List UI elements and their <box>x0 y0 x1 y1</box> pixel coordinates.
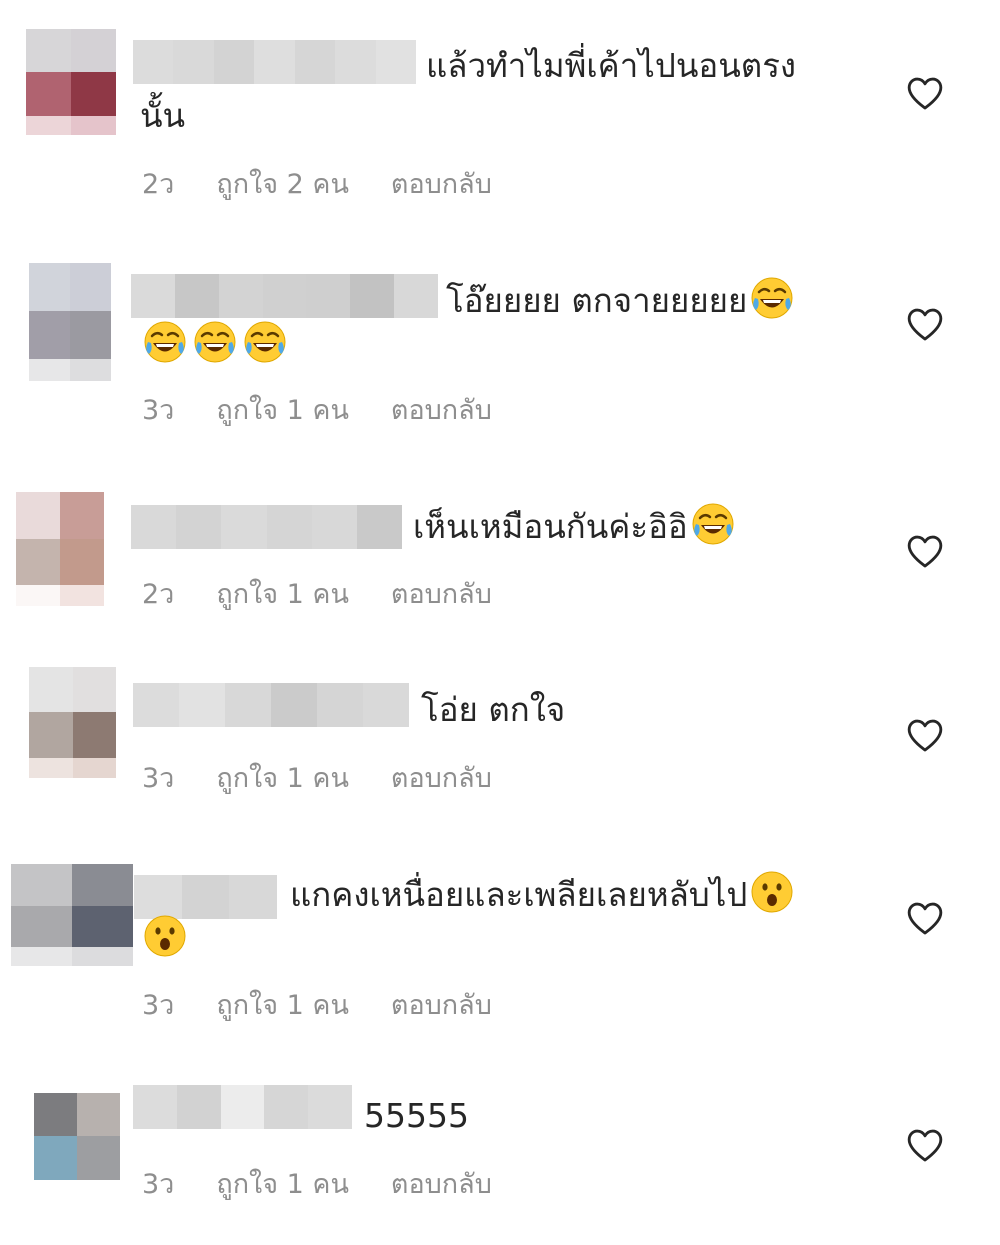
comment-text: 55555 <box>364 1092 824 1140</box>
reply-button[interactable]: ตอบกลับ <box>391 1169 492 1200</box>
comment-text: เห็นเหมือนกันค่ะอิอิ <box>413 502 873 551</box>
comment-meta: 3ว ถูกใจ 1 คน ตอบกลับ <box>142 983 492 1026</box>
face-with-tears-of-joy-icon <box>692 503 734 545</box>
comment-text-continued <box>140 914 840 963</box>
heart-icon[interactable] <box>906 717 944 753</box>
avatar[interactable] <box>11 864 133 966</box>
comment-meta: 3ว ถูกใจ 1 คน ตอบกลับ <box>142 1162 492 1205</box>
username-blurred[interactable] <box>131 274 439 318</box>
likes-count-link[interactable]: ถูกใจ 1 คน <box>216 990 349 1021</box>
comment-text-line: โอ่ย ตกใจ <box>421 690 566 729</box>
heart-icon[interactable] <box>906 900 944 936</box>
avatar[interactable] <box>26 29 116 135</box>
comment-age: 3ว <box>142 990 175 1021</box>
comment-text-continued: นั้น <box>140 92 840 140</box>
heart-icon[interactable] <box>906 306 944 342</box>
comment-age: 3ว <box>142 1169 175 1200</box>
comment-text-line: เห็นเหมือนกันค่ะอิอิ <box>413 507 688 546</box>
reply-button[interactable]: ตอบกลับ <box>391 990 492 1021</box>
comment-text-line: แล้วทำไมพี่เค้าไปนอนตรง <box>426 46 797 85</box>
comment-age: 2ว <box>142 579 175 610</box>
face-with-tears-of-joy-icon <box>144 321 186 363</box>
heart-icon[interactable] <box>906 1127 944 1163</box>
username-blurred[interactable] <box>131 505 403 549</box>
reply-button[interactable]: ตอบกลับ <box>391 395 492 426</box>
comment-age: 2ว <box>142 169 175 200</box>
likes-count-link[interactable]: ถูกใจ 1 คน <box>216 763 349 794</box>
avatar[interactable] <box>34 1093 120 1199</box>
likes-count-link[interactable]: ถูกใจ 1 คน <box>216 1169 349 1200</box>
comment-text-line: 55555 <box>364 1096 469 1135</box>
face-with-open-mouth-icon <box>144 915 186 957</box>
avatar[interactable] <box>16 492 104 606</box>
comment-text: โอ๊ยยยย ตกจายยยยย <box>446 276 866 325</box>
likes-count-link[interactable]: ถูกใจ 1 คน <box>216 579 349 610</box>
comment-meta: 2ว ถูกใจ 2 คน ตอบกลับ <box>142 162 492 205</box>
username-blurred[interactable] <box>133 683 409 727</box>
comment-text: แล้วทำไมพี่เค้าไปนอนตรง <box>426 42 886 90</box>
avatar[interactable] <box>29 667 116 778</box>
heart-icon[interactable] <box>906 533 944 569</box>
comment-meta: 3ว ถูกใจ 1 คน ตอบกลับ <box>142 388 492 431</box>
comment-text: โอ่ย ตกใจ <box>421 686 881 734</box>
face-with-tears-of-joy-icon <box>194 321 236 363</box>
avatar[interactable] <box>29 263 111 381</box>
face-with-tears-of-joy-icon <box>751 277 793 319</box>
comment-text-continued <box>140 320 840 369</box>
comment-text-line: แกคงเหนื่อยและเพลียเลยหลับไป <box>290 875 748 914</box>
reply-button[interactable]: ตอบกลับ <box>391 579 492 610</box>
reply-button[interactable]: ตอบกลับ <box>391 763 492 794</box>
comment-meta: 2ว ถูกใจ 1 คน ตอบกลับ <box>142 572 492 615</box>
likes-count-link[interactable]: ถูกใจ 1 คน <box>216 395 349 426</box>
username-blurred[interactable] <box>133 1085 352 1129</box>
reply-button[interactable]: ตอบกลับ <box>391 169 492 200</box>
face-with-tears-of-joy-icon <box>244 321 286 363</box>
username-blurred[interactable] <box>134 875 278 919</box>
likes-count-link[interactable]: ถูกใจ 2 คน <box>216 169 349 200</box>
comment-text: แกคงเหนื่อยและเพลียเลยหลับไป <box>290 870 890 919</box>
comment-age: 3ว <box>142 395 175 426</box>
username-blurred[interactable] <box>133 40 416 84</box>
heart-icon[interactable] <box>906 75 944 111</box>
face-with-open-mouth-icon <box>751 871 793 913</box>
comment-age: 3ว <box>142 763 175 794</box>
comment-meta: 3ว ถูกใจ 1 คน ตอบกลับ <box>142 756 492 799</box>
comment-text-line: นั้น <box>140 96 186 135</box>
comment-text-line: โอ๊ยยยย ตกจายยยยย <box>446 281 748 320</box>
